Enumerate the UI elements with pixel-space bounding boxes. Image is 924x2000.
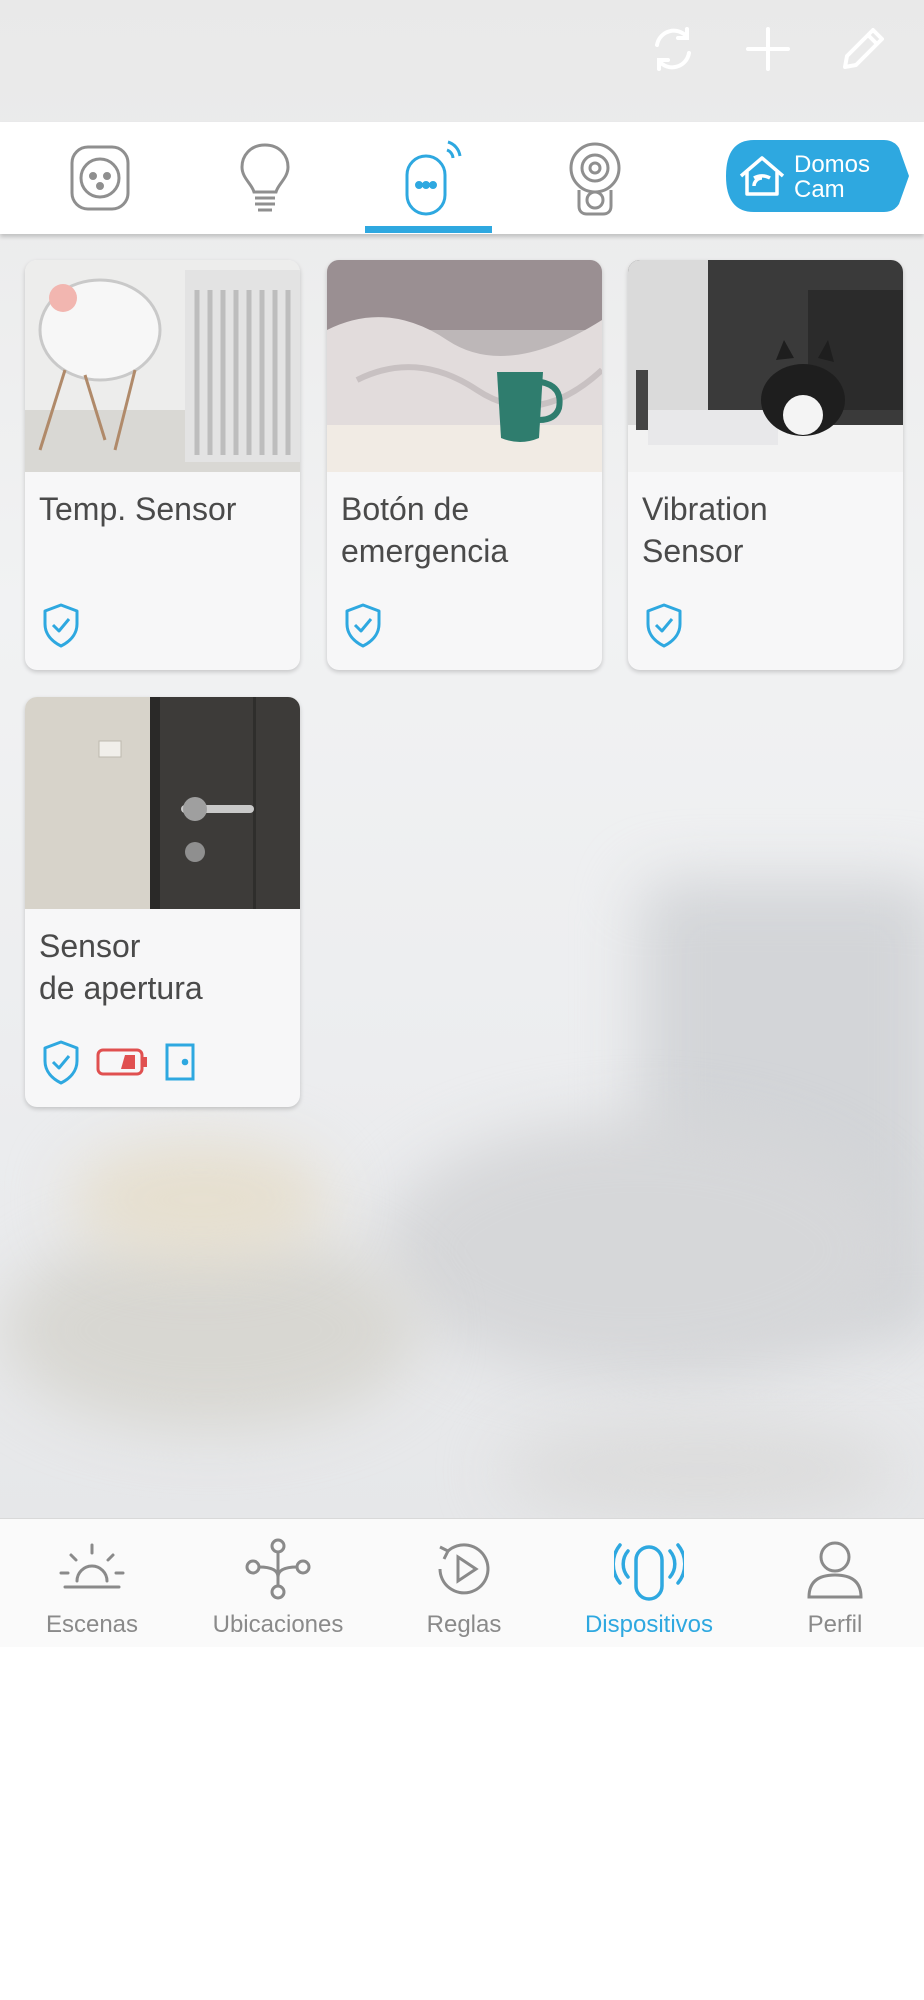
door-icon [165, 1043, 195, 1081]
top-action-bar [0, 0, 924, 122]
category-lights[interactable] [215, 122, 315, 234]
refresh-button[interactable] [638, 14, 708, 84]
domoscam-label-line2: Cam [794, 176, 845, 203]
nav-escenas[interactable]: Escenas [7, 1519, 177, 1647]
domoscam-label-line1: Domos [794, 151, 871, 178]
nav-label: Dispositivos [584, 1611, 714, 1638]
shield-check-icon [345, 603, 381, 648]
device-photo-door [25, 697, 300, 909]
device-status-icons [644, 600, 684, 650]
device-title: Vibration Sensor [642, 491, 768, 569]
camera-icon [569, 142, 621, 216]
nav-label: Reglas [426, 1611, 502, 1638]
device-status-icons [343, 600, 383, 650]
active-category-indicator [365, 226, 492, 233]
category-cameras[interactable] [545, 122, 645, 234]
device-title: Temp. Sensor [39, 491, 237, 527]
category-plugs[interactable] [50, 122, 150, 234]
network-icon [245, 1538, 311, 1600]
device-card-vibration-sensor[interactable]: Vibration Sensor [628, 260, 903, 670]
domoscam-house-icon [739, 156, 785, 196]
plus-icon [746, 27, 790, 71]
device-card-emergency-button[interactable]: Botón de emergencia [327, 260, 602, 670]
edit-button[interactable] [828, 14, 898, 84]
nav-perfil[interactable]: Perfil [750, 1519, 920, 1647]
device-photo-chair [25, 260, 300, 472]
bottom-navigation: Escenas Ubicaciones Reglas Dispositivos … [0, 1518, 924, 1647]
device-card-door-sensor[interactable]: Sensor de apertura [25, 697, 300, 1107]
refresh-icon [655, 27, 691, 71]
user-icon [807, 1541, 863, 1599]
category-sensors[interactable] [380, 122, 480, 234]
device-status-icons [41, 1037, 197, 1087]
device-title: Sensor de apertura [39, 928, 203, 1006]
shield-check-icon [646, 603, 682, 648]
sensor-icon [405, 140, 462, 216]
domoscam-label: Domos Cam [794, 152, 870, 202]
device-photo-cat [628, 260, 903, 472]
nav-label: Perfil [807, 1611, 863, 1638]
nav-label: Ubicaciones [212, 1611, 344, 1638]
nav-reglas[interactable]: Reglas [379, 1519, 549, 1647]
play-circle-icon [438, 1543, 490, 1595]
device-status-icons [41, 600, 81, 650]
light-bulb-icon [240, 143, 290, 212]
sunrise-icon [59, 1543, 125, 1589]
shield-check-icon [43, 603, 79, 648]
nav-label: Escenas [45, 1611, 139, 1638]
smart-plug-icon [70, 145, 130, 211]
device-card-temp-sensor[interactable]: Temp. Sensor [25, 260, 300, 670]
nav-ubicaciones[interactable]: Ubicaciones [193, 1519, 363, 1647]
pencil-icon [843, 28, 884, 69]
sensor-signal-icon [614, 1543, 684, 1601]
add-button[interactable] [733, 14, 803, 84]
nav-dispositivos[interactable]: Dispositivos [564, 1519, 734, 1647]
device-title: Botón de emergencia [341, 491, 509, 569]
device-photo-bed-mug [327, 260, 602, 472]
battery-low-icon [96, 1048, 147, 1076]
domoscam-button[interactable]: Domos Cam [724, 138, 910, 214]
shield-check-icon [43, 1040, 79, 1085]
